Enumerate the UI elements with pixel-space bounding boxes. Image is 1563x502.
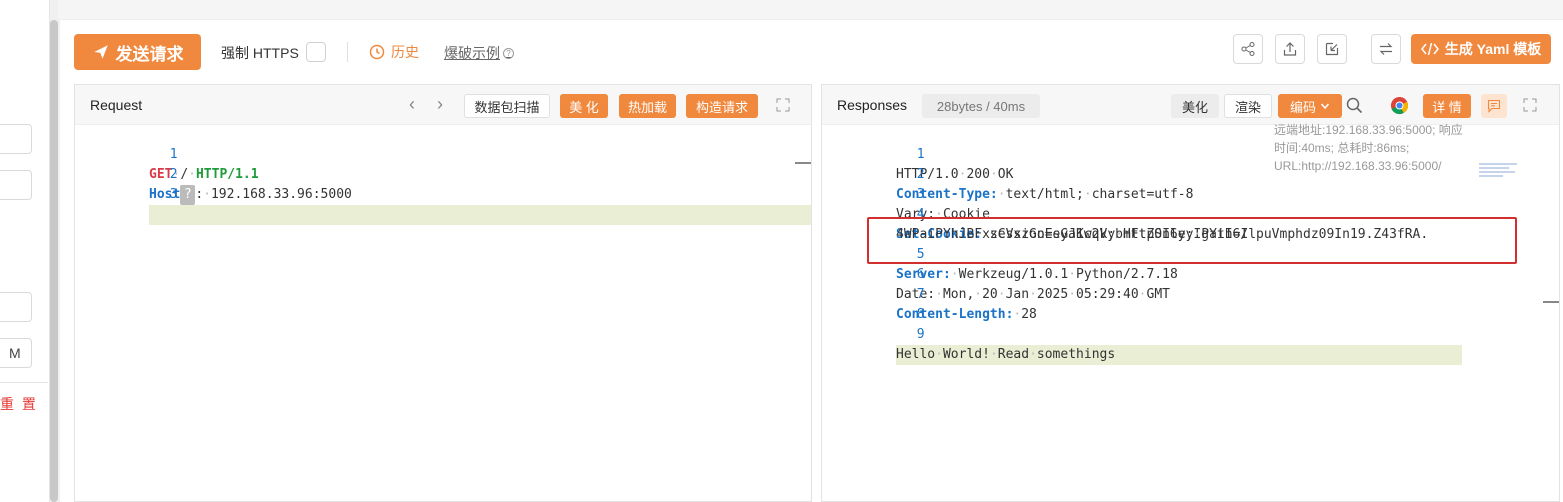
header-value: 192.168.33.96:5000 bbox=[210, 187, 352, 202]
viewer-ruler-mark bbox=[1543, 301, 1559, 303]
brute-examples-link[interactable]: 爆破示例 ? bbox=[444, 43, 514, 63]
toolbar: 发送请求 强制 HTTPS 历史 爆破示例 ? 生成 Yaml 模板 bbox=[60, 20, 1563, 84]
code-icon bbox=[1420, 42, 1439, 56]
export-button[interactable] bbox=[1275, 34, 1305, 64]
comment-icon bbox=[1487, 99, 1501, 113]
sidebar-m-label: M bbox=[9, 345, 21, 361]
code-line: 7 Content-Length:·28 bbox=[822, 265, 1559, 322]
fullscreen-icon[interactable] bbox=[1523, 98, 1537, 112]
code-line: 8 bbox=[822, 285, 1559, 322]
swap-button[interactable] bbox=[1371, 34, 1401, 64]
chrome-icon[interactable] bbox=[1390, 96, 1409, 115]
response-viewer[interactable]: 1 HTTP/1.0·200·OK 2 Content-Type:·text/h… bbox=[822, 125, 1559, 501]
history-label: 历史 bbox=[391, 44, 419, 60]
hot-reload-button[interactable]: 热加载 bbox=[619, 94, 676, 118]
code-line: 3 bbox=[75, 165, 811, 225]
set-cookie-highlight-box bbox=[867, 217, 1517, 264]
generate-yaml-button[interactable]: 生成 Yaml 模板 bbox=[1411, 34, 1551, 64]
editor-ruler-mark bbox=[795, 162, 811, 164]
response-panel: Responses 28bytes / 40ms 美化 渲染 编码 详 情 1 … bbox=[821, 84, 1560, 502]
force-https-label: 强制 HTTPS bbox=[221, 45, 299, 61]
brute-examples-label: 爆破示例 bbox=[444, 45, 500, 61]
history-button[interactable]: 历史 bbox=[369, 42, 419, 62]
share-button[interactable] bbox=[1233, 34, 1263, 64]
encoding-dropdown[interactable]: 编码 bbox=[1278, 94, 1342, 118]
response-beautify-button[interactable]: 美化 bbox=[1171, 94, 1219, 118]
build-request-button[interactable]: 构造请求 bbox=[686, 94, 758, 118]
code-line: 2 Host?:·192.168.33.96:5000 bbox=[75, 145, 811, 205]
left-sidebar: M 重 置 bbox=[0, 0, 50, 502]
clock-icon bbox=[369, 44, 385, 60]
send-request-button[interactable]: 发送请求 bbox=[74, 34, 201, 70]
response-title: Responses bbox=[837, 97, 908, 113]
sidebar-field-1[interactable] bbox=[0, 124, 32, 154]
line-number: 3 bbox=[169, 187, 178, 202]
main-area: 发送请求 强制 HTTPS 历史 爆破示例 ? 生成 Yaml 模板 Reque… bbox=[60, 20, 1563, 502]
help-icon: ? bbox=[503, 47, 514, 59]
fullscreen-icon[interactable] bbox=[776, 98, 790, 112]
code-line: 9 Hello·World!·Read·somethings bbox=[822, 305, 1559, 365]
next-arrow-icon[interactable]: › bbox=[437, 94, 443, 115]
force-https-checkbox[interactable] bbox=[306, 42, 326, 62]
code-minimap[interactable] bbox=[1479, 163, 1519, 185]
line-number: 9 bbox=[916, 327, 925, 342]
chevron-down-icon bbox=[1320, 103, 1330, 110]
response-meta-info: 远端地址:192.168.33.96:5000; 响应时间:40ms; 总耗时:… bbox=[1274, 123, 1463, 173]
import-button[interactable] bbox=[1317, 34, 1347, 64]
sidebar-field-3[interactable] bbox=[0, 292, 32, 322]
top-strip bbox=[58, 0, 1563, 20]
encoding-label: 编码 bbox=[1289, 99, 1316, 115]
sidebar-field-2[interactable] bbox=[0, 170, 32, 200]
header-hint-badge[interactable]: ? bbox=[180, 185, 196, 205]
sidebar-scrollbar[interactable] bbox=[50, 20, 58, 502]
sidebar-divider bbox=[0, 382, 48, 383]
request-editor[interactable]: 1 GET·/·HTTP/1.1 2 Host?:·192.168.33.96:… bbox=[75, 125, 811, 501]
beautify-button[interactable]: 美 化 bbox=[560, 94, 608, 118]
current-line-highlight bbox=[149, 205, 811, 225]
code-line: 4 Set-Cookie:·session=eyJ1c2VybmFtZSI6ey… bbox=[822, 185, 1559, 242]
share-icon bbox=[1241, 42, 1255, 56]
response-body: Hello·World!·Read·somethings bbox=[896, 345, 1462, 365]
response-header: Responses 28bytes / 40ms 美化 渲染 编码 详 情 bbox=[822, 85, 1559, 125]
send-request-label: 发送请求 bbox=[115, 44, 184, 64]
send-icon bbox=[93, 45, 108, 59]
response-size-badge: 28bytes / 40ms bbox=[922, 94, 1040, 118]
import-icon bbox=[1325, 42, 1339, 56]
detail-button[interactable]: 详 情 bbox=[1423, 94, 1471, 118]
request-title: Request bbox=[90, 97, 143, 113]
code-line: 1 GET·/·HTTP/1.1 bbox=[75, 125, 811, 182]
toolbar-divider bbox=[347, 42, 348, 62]
reset-button[interactable]: 重 置 bbox=[0, 394, 38, 414]
packet-scan-button[interactable]: 数据包扫描 bbox=[464, 94, 550, 118]
comment-button[interactable] bbox=[1481, 94, 1507, 118]
render-button[interactable]: 渲染 bbox=[1224, 94, 1272, 118]
generate-yaml-label: 生成 Yaml 模板 bbox=[1444, 41, 1542, 57]
upload-icon bbox=[1283, 42, 1297, 56]
request-panel: Request ‹ › 数据包扫描 美 化 热加载 构造请求 1 GET·/·H… bbox=[74, 84, 812, 502]
search-icon[interactable] bbox=[1346, 97, 1363, 114]
swap-icon bbox=[1379, 43, 1393, 55]
request-header: Request ‹ › 数据包扫描 美 化 热加载 构造请求 bbox=[75, 85, 811, 125]
prev-arrow-icon[interactable]: ‹ bbox=[409, 94, 415, 115]
